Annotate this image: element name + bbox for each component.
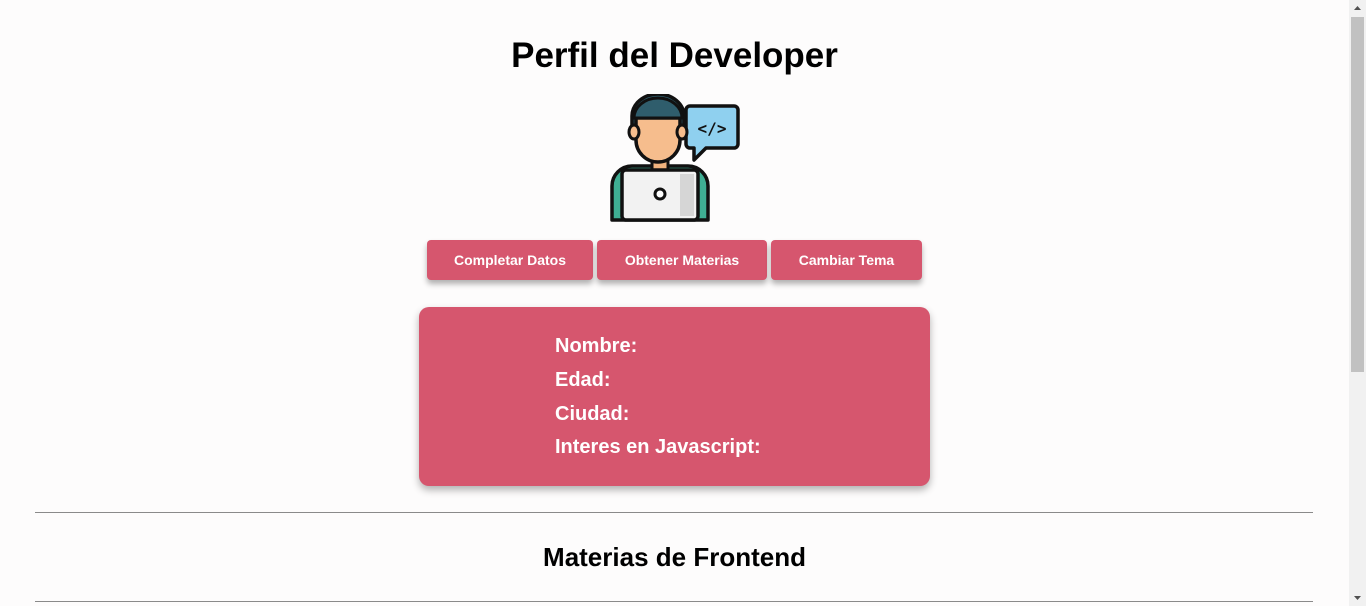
age-label: Edad: xyxy=(555,369,611,391)
page-title: Perfil del Developer xyxy=(511,36,838,75)
section-divider xyxy=(35,512,1313,513)
vertical-scrollbar[interactable] xyxy=(1349,0,1366,606)
page: Perfil del Developer </> Completar Datos… xyxy=(0,0,1349,606)
profile-card: Nombre: Edad: Ciudad: Interes en Javascr… xyxy=(419,307,930,486)
js-interest-label: Interes en Javascript: xyxy=(555,436,761,458)
subjects-divider xyxy=(35,601,1313,602)
subjects-title: Materias de Frontend xyxy=(543,542,806,572)
get-subjects-button[interactable]: Obtener Materias xyxy=(597,240,767,280)
developer-avatar-icon: </> xyxy=(610,94,740,222)
scroll-down-arrow-icon[interactable] xyxy=(1349,589,1366,606)
change-theme-button[interactable]: Cambiar Tema xyxy=(771,240,922,280)
code-symbol-text: </> xyxy=(698,119,727,138)
scroll-up-arrow-icon[interactable] xyxy=(1349,0,1366,17)
scrollbar-thumb[interactable] xyxy=(1351,17,1364,372)
city-label: Ciudad: xyxy=(555,403,630,425)
complete-data-button[interactable]: Completar Datos xyxy=(427,240,593,280)
name-label: Nombre: xyxy=(555,335,638,357)
